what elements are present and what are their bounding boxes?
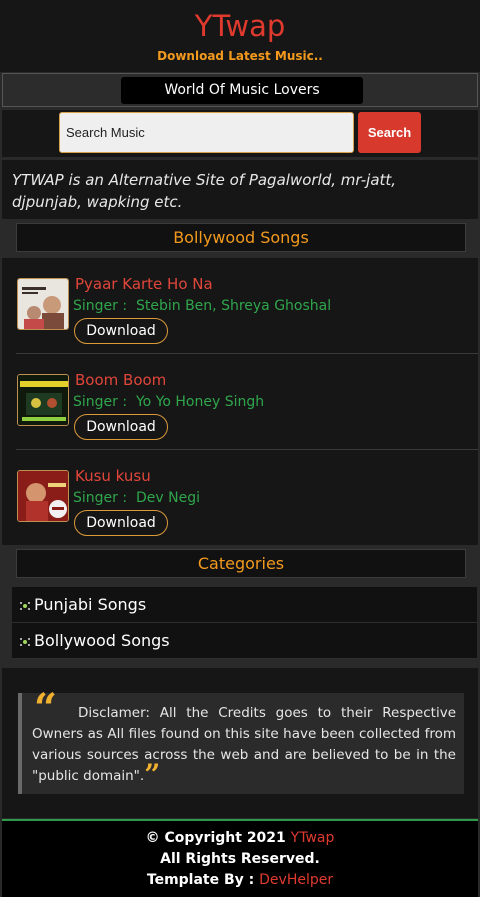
footer-brand-link[interactable]: YTwap [291, 830, 335, 846]
copyright-line: © Copyright 2021 YTwap [2, 828, 478, 849]
search-input[interactable]: Search Music [59, 112, 354, 153]
song-title[interactable]: Boom Boom [75, 371, 166, 389]
song-title[interactable]: Pyaar Karte Ho Na [75, 275, 213, 293]
template-credit: Template By : DevHelper [2, 870, 478, 891]
motto-bar: World Of Music Lovers [2, 73, 478, 107]
section-title: Categories [16, 549, 466, 578]
sparkle-icon [20, 602, 30, 610]
song-singer: Singer : Dev Negi [73, 490, 200, 506]
section-title: Bollywood Songs [16, 223, 466, 252]
download-button[interactable]: Download [74, 318, 168, 344]
singer-name: Stebin Ben, Shreya Ghoshal [135, 298, 332, 314]
singer-name: Yo Yo Honey Singh [135, 394, 265, 410]
song-item[interactable]: Boom Boom Singer : Yo Yo Honey Singh Dow… [2, 354, 478, 450]
song-thumbnail[interactable] [17, 374, 69, 426]
singer-prefix: Singer : [73, 298, 128, 314]
song-item[interactable]: Kusu kusu Singer : Dev Negi Download [2, 450, 478, 546]
site-logo[interactable]: YTwap [0, 9, 480, 43]
site-tagline: Download Latest Music.. [157, 49, 323, 63]
disclaimer-quote: “ Disclamer: All the Credits goes to the… [18, 689, 464, 794]
song-item[interactable]: Pyaar Karte Ho Na Singer : Stebin Ben, S… [2, 258, 478, 354]
disclaimer-section: “ Disclamer: All the Credits goes to the… [2, 668, 478, 818]
site-description: YTWAP is an Alternative Site of Pagalwor… [2, 160, 478, 219]
songs-section-header: Bollywood Songs [2, 220, 478, 258]
motto-label: World Of Music Lovers [121, 77, 363, 104]
song-singer: Singer : Stebin Ben, Shreya Ghoshal [73, 298, 331, 314]
song-singer: Singer : Yo Yo Honey Singh [73, 394, 264, 410]
sparkle-icon [20, 638, 30, 646]
song-thumbnail[interactable] [17, 470, 69, 522]
category-label: Punjabi Songs [34, 595, 147, 614]
category-label: Bollywood Songs [34, 631, 170, 650]
template-by-label: Template By : [146, 872, 255, 888]
category-item-bollywood[interactable]: Bollywood Songs [12, 623, 477, 659]
site-header: YTwap Download Latest Music.. [0, 0, 480, 72]
search-button[interactable]: Search [358, 112, 421, 153]
close-quote-icon: ” [144, 758, 161, 791]
author-link[interactable]: DevHelper [259, 872, 333, 888]
open-quote-icon: “ [34, 685, 58, 732]
singer-prefix: Singer : [73, 490, 128, 506]
download-button[interactable]: Download [74, 414, 168, 440]
site-footer: © Copyright 2021 YTwap All Rights Reserv… [2, 819, 478, 897]
singer-prefix: Singer : [73, 394, 128, 410]
disclaimer-text: Disclamer: All the Credits goes to their… [32, 705, 456, 784]
song-title[interactable]: Kusu kusu [75, 467, 151, 485]
search-form: Search Music Search [2, 110, 478, 157]
category-item-punjabi[interactable]: Punjabi Songs [12, 587, 477, 623]
categories-section-header: Categories [2, 546, 478, 586]
rights-text: All Rights Reserved. [160, 851, 320, 867]
download-button[interactable]: Download [74, 510, 168, 536]
song-list: Pyaar Karte Ho Na Singer : Stebin Ben, S… [2, 258, 478, 545]
singer-name: Dev Negi [135, 490, 200, 506]
song-thumbnail[interactable] [17, 278, 69, 330]
category-list: Punjabi Songs Bollywood Songs [12, 587, 477, 659]
copyright-text: © Copyright 2021 [145, 830, 286, 846]
